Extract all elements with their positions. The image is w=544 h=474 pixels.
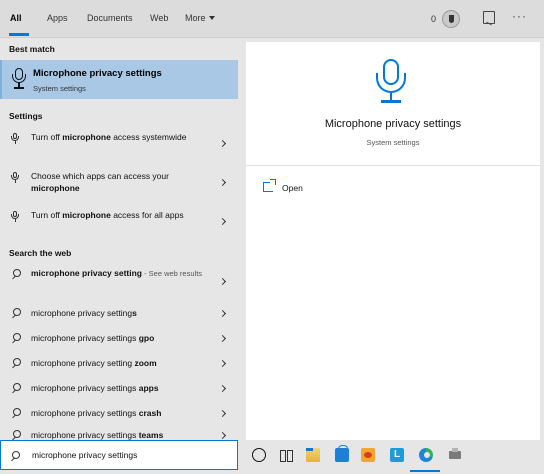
web-result-item[interactable]: microphone privacy settings gpo [0,331,238,351]
web-result-item[interactable]: microphone privacy settings apps [0,381,238,401]
web-result-label: microphone privacy settings crash [31,408,162,418]
search-icon [11,430,21,440]
web-result-label: microphone privacy settings [31,308,137,318]
search-icon [11,333,21,343]
tab-more-label: More [185,13,206,23]
chevron-right-icon [218,309,227,318]
search-icon [11,383,21,393]
microphone-icon [11,211,19,222]
edge-browser-icon[interactable] [419,448,433,462]
web-result-item[interactable]: microphone privacy setting zoom [0,356,238,376]
web-result-label: microphone privacy setting zoom [31,358,157,368]
web-result-item[interactable]: microphone privacy setting - See web res… [0,266,238,296]
tab-documents[interactable]: Documents [87,13,133,23]
l-app-icon[interactable]: L [390,448,404,462]
tab-more[interactable]: More [185,13,215,23]
chevron-right-icon [218,359,227,368]
chevron-right-icon [218,217,227,226]
search-input[interactable] [32,450,232,460]
windows-search-flyout: All Apps Documents Web More 0 ··· Best m… [0,0,544,474]
settings-item-label: Choose which apps can access your microp… [31,171,169,193]
preview-title: Microphone privacy settings [324,118,462,130]
chevron-right-icon [218,178,227,187]
search-icon [11,358,21,368]
chevron-right-icon [218,334,227,343]
chevron-right-icon [218,277,227,286]
microphone-icon [11,172,19,183]
chevron-right-icon [218,139,227,148]
web-result-label: microphone privacy settings gpo [31,333,155,343]
preview-subtitle: System settings [366,138,420,147]
file-explorer-icon[interactable] [306,448,320,462]
paint-app-icon[interactable] [361,448,375,462]
tab-web[interactable]: Web [150,13,168,23]
feedback-icon[interactable] [483,11,495,24]
settings-item-label: Turn off microphone access systemwide [31,132,187,142]
chevron-right-icon [218,431,227,440]
caret-down-icon [208,16,215,20]
settings-item-label: Turn off microphone access for all apps [31,210,184,220]
settings-item[interactable]: Turn off microphone access systemwide [0,130,238,160]
store-icon[interactable] [335,445,349,462]
microphone-icon [11,133,19,144]
section-settings: Settings [9,111,43,121]
search-icon [11,308,21,318]
web-result-item[interactable]: microphone privacy settings [0,306,238,326]
settings-item[interactable]: Turn off microphone access for all apps [0,208,238,238]
cortana-icon[interactable] [252,448,266,462]
web-result-label: microphone privacy setting - See web res… [31,268,203,278]
best-match-name: Microphone privacy settings [33,68,162,79]
taskbar: L [0,440,544,474]
search-filter-bar: All Apps Documents Web More 0 ··· [0,0,544,38]
search-icon [11,269,21,279]
active-app-indicator [410,470,440,472]
settings-item[interactable]: Choose which apps can access your microp… [0,169,238,199]
preview-panel: Microphone privacy settings System setti… [246,42,540,440]
chevron-right-icon [218,384,227,393]
best-match-item[interactable]: Microphone privacy settings System setti… [0,60,238,99]
search-icon [10,451,20,461]
web-result-label: microphone privacy settings teams [31,430,164,440]
rewards-trophy-icon[interactable] [442,10,460,28]
microphone-icon [12,68,26,89]
taskbar-search-box[interactable] [0,440,238,470]
tab-all[interactable]: All [10,13,22,23]
more-options-icon[interactable]: ··· [512,9,527,23]
active-tab-indicator [9,33,29,36]
tab-apps[interactable]: Apps [47,13,68,23]
section-search-web: Search the web [9,248,72,258]
chevron-right-icon [218,409,227,418]
web-result-item[interactable]: microphone privacy settings teams [0,428,238,440]
microphone-icon [376,59,406,105]
rewards-points: 0 [431,14,437,24]
web-result-label: microphone privacy settings apps [31,383,159,393]
web-result-item[interactable]: microphone privacy settings crash [0,406,238,426]
divider [246,165,540,166]
app-icon[interactable] [448,448,462,462]
open-label: Open [282,183,303,193]
results-panel: Best match Microphone privacy settings S… [0,38,238,440]
open-icon [263,179,276,192]
search-icon [11,408,21,418]
section-best-match: Best match [9,44,55,54]
best-match-subtitle: System settings [33,84,86,93]
task-view-icon[interactable] [280,448,294,462]
